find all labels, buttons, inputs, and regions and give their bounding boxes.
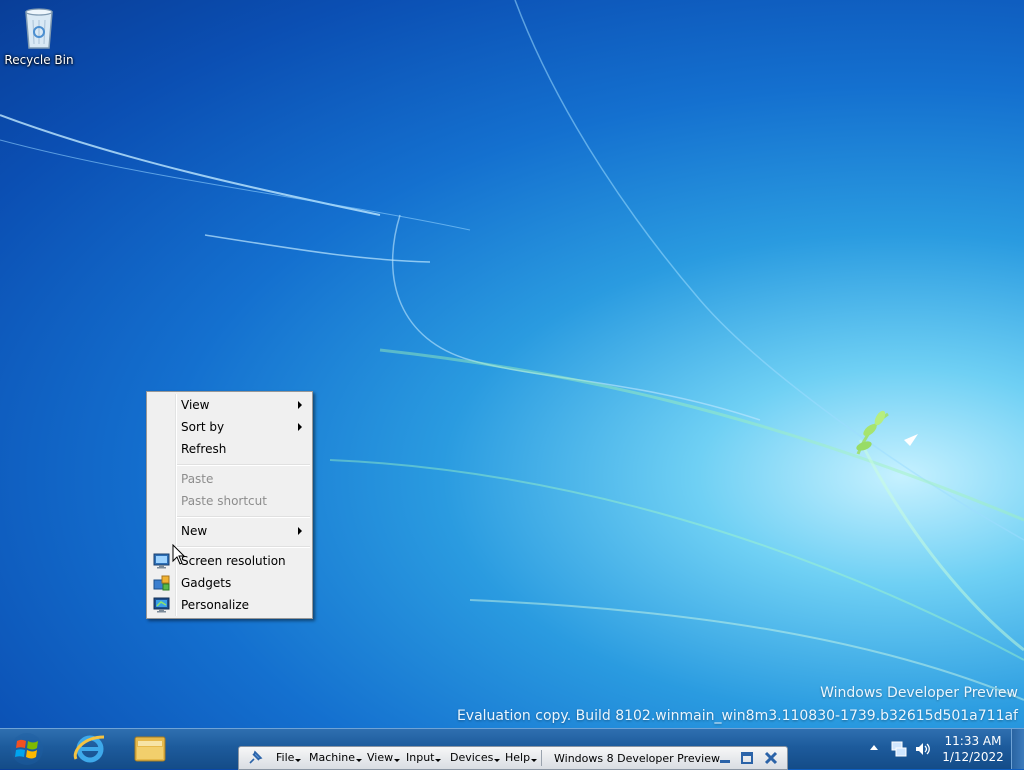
close-icon[interactable] bbox=[763, 750, 779, 766]
desktop-context-menu: View Sort by Refresh Paste Paste shortcu… bbox=[146, 391, 313, 619]
menu-separator bbox=[177, 516, 310, 518]
restore-icon[interactable] bbox=[739, 750, 755, 766]
vm-menu-label: View bbox=[367, 751, 394, 764]
caret-down-icon bbox=[295, 759, 302, 762]
vm-menu-label: Machine bbox=[309, 751, 356, 764]
menu-item-label: Paste bbox=[181, 472, 214, 486]
submenu-arrow-icon bbox=[298, 527, 302, 535]
menu-item-paste: Paste bbox=[149, 468, 310, 490]
watermark-title: Windows Developer Preview bbox=[820, 685, 1018, 701]
volume-icon[interactable] bbox=[914, 740, 932, 758]
caret-down-icon bbox=[531, 759, 538, 762]
vm-menu-label: Devices bbox=[450, 751, 494, 764]
windows-logo-icon bbox=[11, 733, 43, 765]
desktop-icon-recycle-bin[interactable]: Recycle Bin bbox=[4, 6, 74, 67]
windows-explorer-icon bbox=[134, 736, 166, 762]
watermark-build: Evaluation copy. Build 8102.winmain_win8… bbox=[456, 708, 1018, 724]
vm-menu-label: Input bbox=[406, 751, 435, 764]
caret-down-icon bbox=[494, 759, 501, 762]
vm-menu-machine[interactable]: Machine bbox=[309, 751, 363, 764]
menu-item-new[interactable]: New bbox=[149, 520, 310, 542]
menu-item-label: Gadgets bbox=[181, 576, 232, 590]
vm-menu-view[interactable]: View bbox=[367, 751, 401, 764]
menu-item-view[interactable]: View bbox=[149, 394, 310, 416]
vm-menu-label: Help bbox=[505, 751, 531, 764]
show-desktop-button[interactable] bbox=[1011, 729, 1024, 769]
menu-item-refresh[interactable]: Refresh bbox=[149, 438, 310, 460]
start-button[interactable] bbox=[4, 731, 50, 767]
mouse-cursor-icon bbox=[172, 544, 186, 565]
network-icon[interactable] bbox=[890, 740, 908, 758]
personalize-icon bbox=[153, 597, 170, 613]
vm-menu-label: File bbox=[276, 751, 295, 764]
menu-item-label: Screen resolution bbox=[181, 554, 286, 568]
vm-title: Windows 8 Developer Preview bbox=[554, 752, 720, 765]
desktop-icon-label: Recycle Bin bbox=[4, 53, 74, 67]
caret-down-icon bbox=[356, 759, 363, 762]
menu-item-label: New bbox=[181, 524, 208, 538]
gadgets-icon bbox=[153, 575, 170, 591]
recycle-bin-icon bbox=[25, 8, 53, 49]
vm-menu-help[interactable]: Help bbox=[505, 751, 538, 764]
taskbar-clock[interactable]: 11:33 AM 1/12/2022 bbox=[940, 733, 1006, 765]
pin-icon[interactable] bbox=[247, 750, 263, 766]
internet-explorer-icon bbox=[73, 735, 105, 763]
menu-separator bbox=[177, 546, 310, 548]
vm-menu-input[interactable]: Input bbox=[406, 751, 442, 764]
clock-time: 11:33 AM bbox=[944, 734, 1002, 748]
menu-item-label: Sort by bbox=[181, 420, 225, 434]
menu-item-paste-shortcut: Paste shortcut bbox=[149, 490, 310, 512]
menu-item-label: Personalize bbox=[181, 598, 250, 612]
menu-separator bbox=[177, 464, 310, 466]
taskbar-internet-explorer[interactable] bbox=[66, 731, 114, 767]
show-hidden-icons-icon[interactable] bbox=[870, 745, 878, 750]
vm-menu-file[interactable]: File bbox=[276, 751, 302, 764]
submenu-arrow-icon bbox=[298, 401, 302, 409]
menu-item-label: Refresh bbox=[181, 442, 227, 456]
screen-resolution-icon bbox=[153, 553, 170, 569]
taskbar: File Machine View Input Devices Help Win… bbox=[0, 728, 1024, 770]
menu-item-sort-by[interactable]: Sort by bbox=[149, 416, 310, 438]
caret-down-icon bbox=[435, 759, 442, 762]
menu-item-gadgets[interactable]: Gadgets bbox=[149, 572, 310, 594]
submenu-arrow-icon bbox=[298, 423, 302, 431]
minimize-icon[interactable] bbox=[717, 750, 733, 766]
menu-item-label: Paste shortcut bbox=[181, 494, 267, 508]
caret-down-icon bbox=[394, 759, 401, 762]
clock-date: 1/12/2022 bbox=[942, 750, 1004, 764]
menu-item-label: View bbox=[181, 398, 210, 412]
vm-menu-devices[interactable]: Devices bbox=[450, 751, 501, 764]
vm-toolbar: File Machine View Input Devices Help Win… bbox=[238, 746, 788, 770]
vm-toolbar-separator bbox=[541, 750, 542, 766]
taskbar-windows-explorer[interactable] bbox=[126, 731, 174, 767]
menu-item-personalize[interactable]: Personalize bbox=[149, 594, 310, 616]
bird-branch-icon bbox=[856, 410, 918, 455]
